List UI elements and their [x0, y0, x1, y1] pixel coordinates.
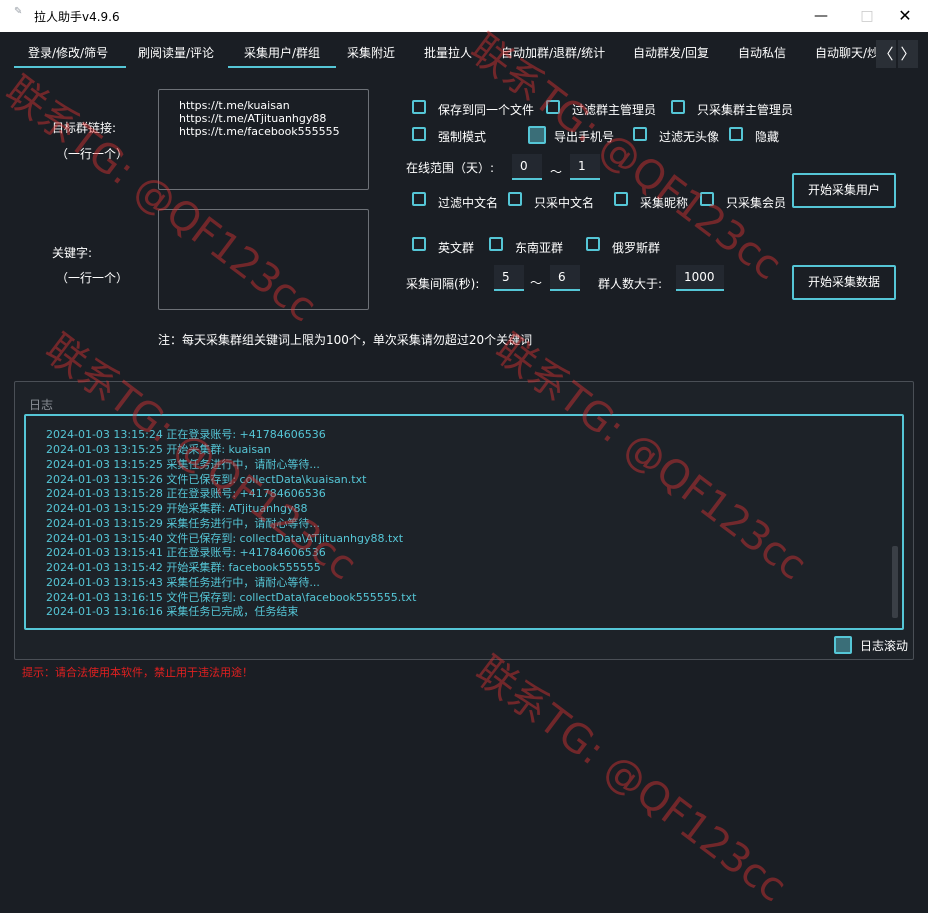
online-range-label: 在线范围（天）:	[406, 161, 495, 175]
russia-group-checkbox[interactable]	[586, 237, 600, 251]
interval-to-input[interactable]: 6	[550, 265, 580, 291]
close-button[interactable]: ✕	[882, 0, 928, 32]
interval-separator: ～	[530, 276, 543, 290]
log-line: 2024-01-03 13:15:29 开始采集群: ATjituanhgy88	[46, 502, 308, 515]
online-range-separator: ～	[550, 165, 563, 179]
log-line: 2024-01-03 13:15:28 正在登录账号: +41784606536	[46, 487, 326, 500]
tab-auto-broadcast[interactable]: 自动群发/回复	[633, 36, 709, 66]
tab-login[interactable]: 登录/修改/筛号	[14, 36, 126, 68]
log-line: 2024-01-03 13:15:41 正在登录账号: +41784606536	[46, 546, 326, 559]
log-line: 2024-01-03 13:15:25 采集任务进行中，请耐心等待...	[46, 458, 320, 471]
tab-prev-button[interactable]: 〈	[876, 40, 896, 68]
filter-no-avatar-checkbox[interactable]	[633, 127, 647, 141]
keyword-hint: （一行一个）	[56, 271, 129, 285]
target-group-label: 目标群链接:	[52, 121, 117, 135]
only-members-checkbox[interactable]	[700, 192, 714, 206]
start-collect-users-button[interactable]: 开始采集用户	[792, 173, 896, 208]
log-line: 2024-01-03 13:15:25 开始采集群: kuaisan	[46, 443, 271, 456]
save-same-file-label: 保存到同一个文件	[438, 103, 535, 117]
target-links-textarea[interactable]: https://t.me/kuaisan https://t.me/ATjitu…	[158, 89, 369, 190]
log-panel: 日志 2024-01-03 13:15:24 正在登录账号: +41784606…	[14, 381, 914, 660]
force-mode-label: 强制模式	[438, 130, 487, 144]
filter-chinese-checkbox[interactable]	[412, 192, 426, 206]
only-members-label: 只采集会员	[726, 196, 787, 210]
only-admins-label: 只采集群主管理员	[697, 103, 794, 117]
tab-auto-chat[interactable]: 自动聊天/炒	[815, 36, 877, 66]
tab-collect-users[interactable]: 采集用户/群组	[228, 36, 336, 68]
filter-chinese-label: 过滤中文名	[438, 196, 499, 210]
only-chinese-label: 只采中文名	[534, 196, 595, 210]
force-mode-checkbox[interactable]	[412, 127, 426, 141]
interval-from-input[interactable]: 5	[494, 265, 524, 291]
russia-group-label: 俄罗斯群	[612, 241, 661, 255]
tab-auto-dm[interactable]: 自动私信	[738, 36, 786, 66]
footer-warning: 提示：请合法使用本软件，禁止用于违法用途！	[22, 666, 253, 679]
hide-label: 隐藏	[755, 130, 780, 144]
tab-next-button[interactable]: 〉	[898, 40, 918, 68]
log-title: 日志	[29, 398, 54, 412]
export-phone-checkbox[interactable]	[528, 126, 546, 144]
collect-nickname-label: 采集昵称	[640, 196, 689, 210]
log-line: 2024-01-03 13:15:42 开始采集群: facebook55555…	[46, 561, 321, 574]
filter-admins-label: 过滤群主管理员	[572, 103, 657, 117]
min-members-label: 群人数大于:	[598, 277, 663, 291]
log-line: 2024-01-03 13:15:24 正在登录账号: +41784606536	[46, 428, 326, 441]
sea-group-label: 东南亚群	[515, 241, 564, 255]
only-admins-checkbox[interactable]	[671, 100, 685, 114]
window-title: 拉人助手v4.9.6	[34, 10, 120, 24]
keyword-note: 注：每天采集群组关键词上限为100个，单次采集请勿超过20个关键词	[158, 333, 533, 347]
english-group-label: 英文群	[438, 241, 475, 255]
log-autoscroll-label: 日志滚动	[860, 639, 909, 653]
online-to-input[interactable]: 1	[570, 154, 600, 180]
log-autoscroll-checkbox[interactable]	[834, 636, 852, 654]
app-icon: ✎	[14, 6, 23, 17]
hide-checkbox[interactable]	[729, 127, 743, 141]
keyword-label: 关键字:	[52, 246, 93, 260]
log-line: 2024-01-03 13:15:43 采集任务进行中，请耐心等待...	[46, 576, 320, 589]
online-from-input[interactable]: 0	[512, 154, 542, 180]
tab-bulk-add[interactable]: 批量拉人	[424, 36, 472, 66]
english-group-checkbox[interactable]	[412, 237, 426, 251]
log-line: 2024-01-03 13:15:29 采集任务进行中，请耐心等待...	[46, 517, 320, 530]
export-phone-label: 导出手机号	[554, 130, 615, 144]
target-group-hint: （一行一个）	[56, 147, 129, 161]
tab-auto-join[interactable]: 自动加群/退群/统计	[501, 36, 605, 66]
tab-collect-nearby[interactable]: 采集附近	[347, 36, 395, 66]
watermark-text: 联系TG: @QF123cc	[466, 647, 795, 912]
filter-no-avatar-label: 过滤无头像	[659, 130, 720, 144]
keywords-textarea[interactable]	[158, 209, 369, 310]
title-bar: ✎ 拉人助手v4.9.6 — □ ✕	[0, 0, 928, 32]
minimize-button[interactable]: —	[798, 0, 844, 32]
log-scrollbar[interactable]	[892, 546, 898, 618]
filter-admins-checkbox[interactable]	[546, 100, 560, 114]
start-collect-data-button[interactable]: 开始采集数据	[792, 265, 896, 300]
tab-bar: 登录/修改/筛号 刷阅读量/评论 采集用户/群组 采集附近 批量拉人 自动加群/…	[14, 36, 894, 70]
log-line: 2024-01-03 13:16:16 采集任务已完成，任务结束	[46, 605, 299, 618]
only-chinese-checkbox[interactable]	[508, 192, 522, 206]
log-output[interactable]: 2024-01-03 13:15:24 正在登录账号: +41784606536…	[24, 414, 904, 630]
interval-label: 采集间隔(秒):	[406, 277, 480, 291]
collect-nickname-checkbox[interactable]	[614, 192, 628, 206]
save-same-file-checkbox[interactable]	[412, 100, 426, 114]
min-members-input[interactable]: 1000	[676, 265, 724, 291]
sea-group-checkbox[interactable]	[489, 237, 503, 251]
tab-read-count[interactable]: 刷阅读量/评论	[138, 36, 214, 66]
